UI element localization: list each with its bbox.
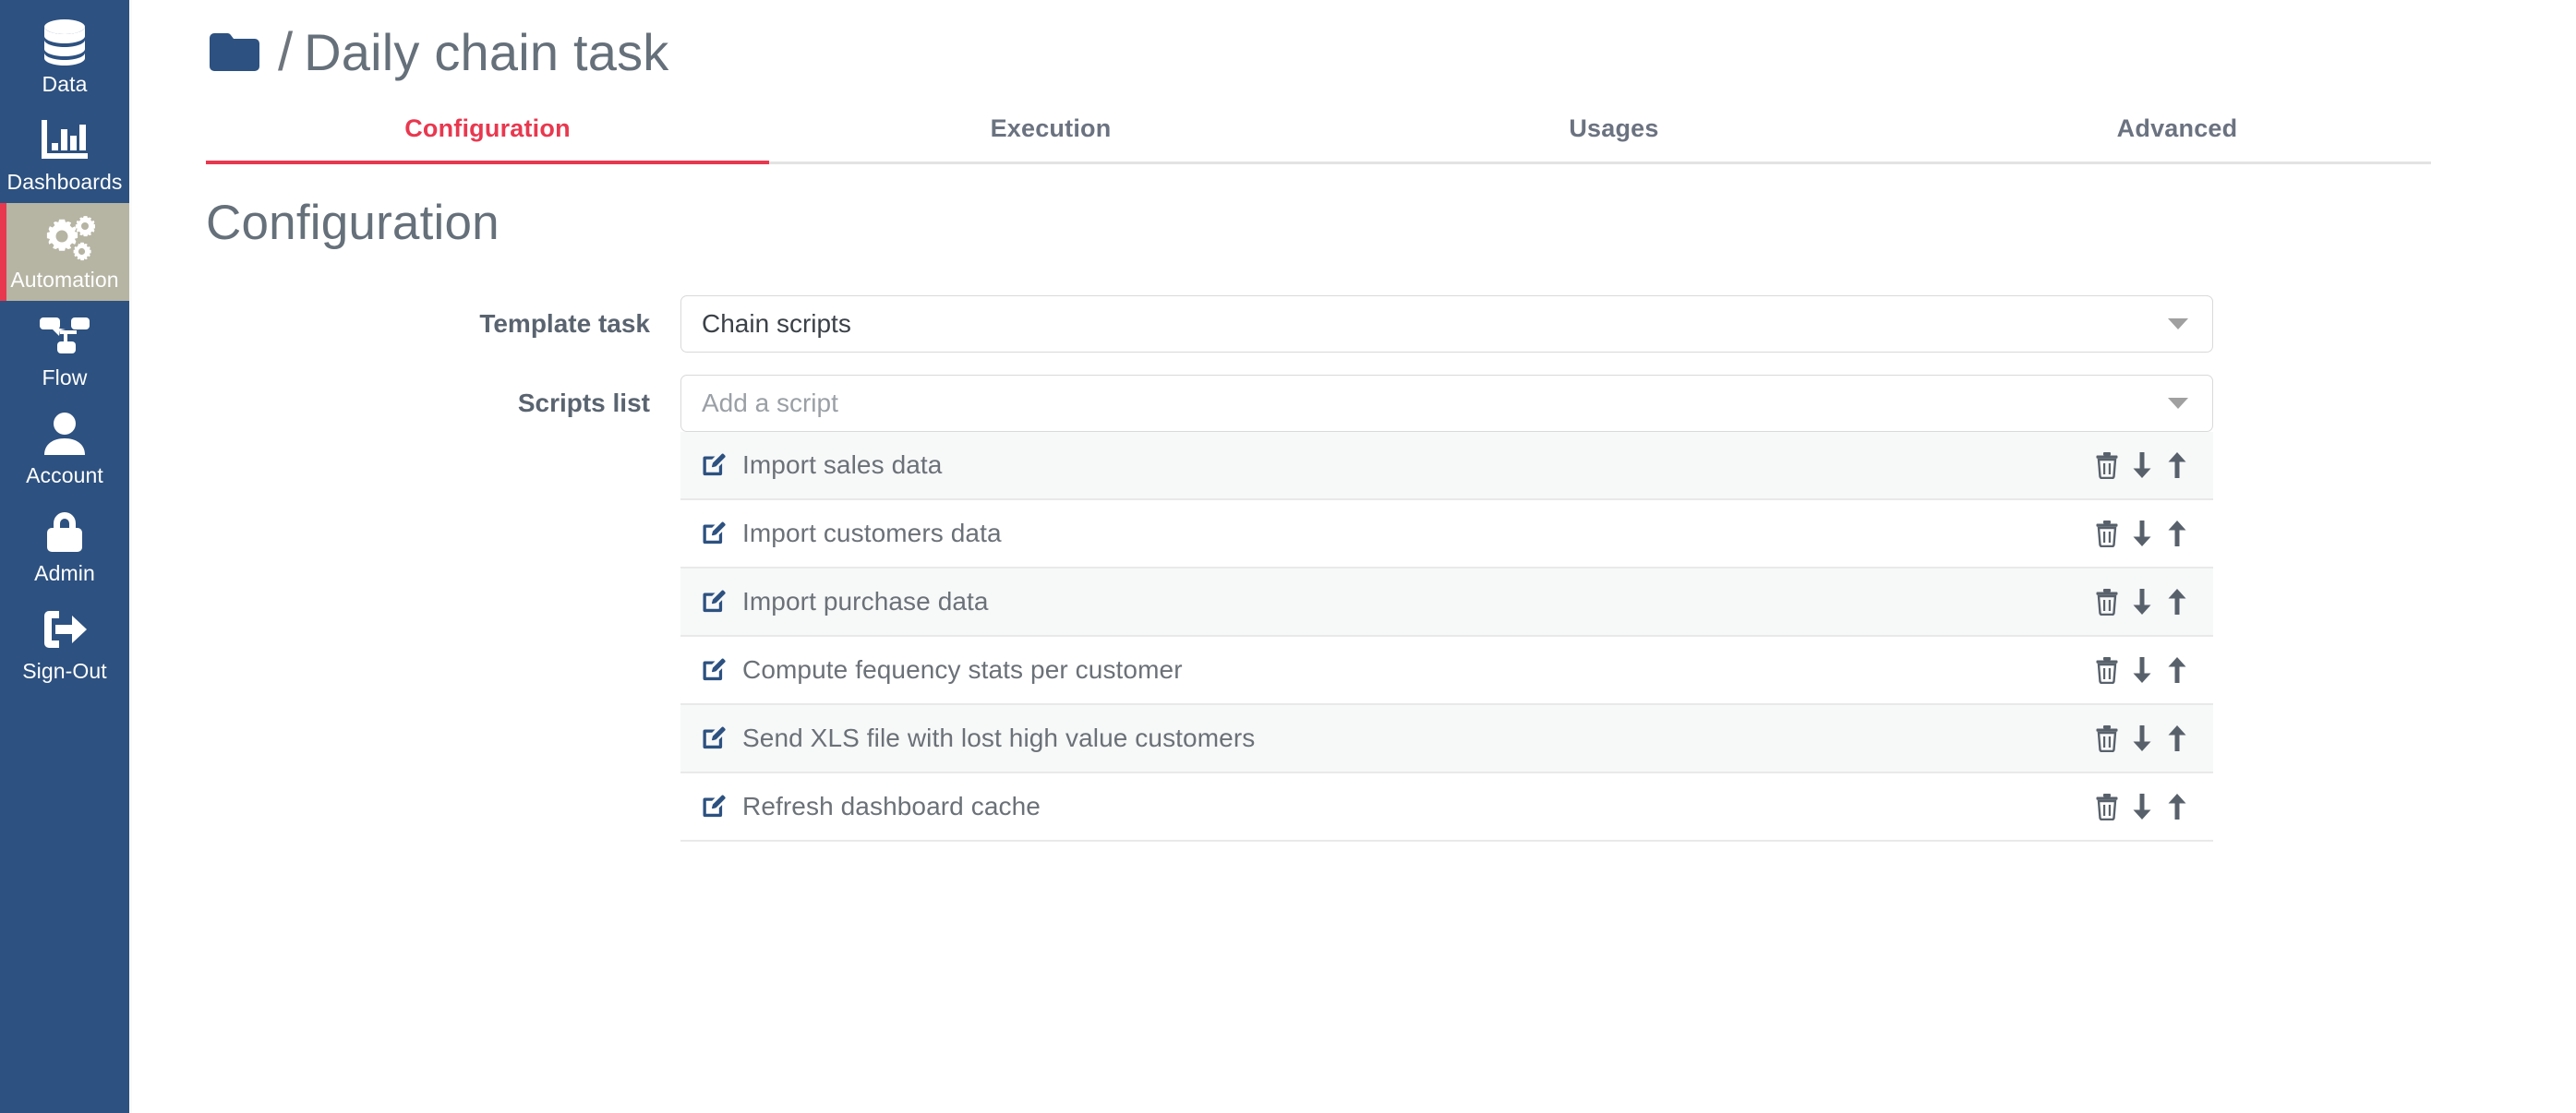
edit-pencil-icon[interactable]	[701, 793, 728, 820]
edit-pencil-icon[interactable]	[701, 451, 728, 479]
tab-bar: Configuration Execution Usages Advanced	[206, 114, 2431, 164]
row-actions	[2091, 583, 2193, 620]
arrow-up-icon[interactable]	[2161, 583, 2193, 620]
sidebar-item-flow[interactable]: Flow	[0, 301, 129, 399]
arrow-up-icon[interactable]	[2161, 788, 2193, 825]
arrow-down-icon[interactable]	[2126, 515, 2158, 552]
tab-execution[interactable]: Execution	[769, 114, 1332, 162]
app-root: Data Dashboards Automation Flow Account Admin…	[0, 0, 2576, 1113]
sidebar-item-label: Dashboards	[6, 170, 123, 194]
template-task-field: Chain scripts	[680, 294, 2213, 353]
script-name[interactable]: Import customers data	[742, 519, 2091, 548]
gears-icon	[34, 214, 95, 262]
tab-usages[interactable]: Usages	[1332, 114, 1896, 162]
arrow-up-icon[interactable]	[2161, 515, 2193, 552]
row-actions	[2091, 515, 2193, 552]
scripts-list-field: Add a script Import sales data Import cus…	[680, 374, 2213, 842]
script-row: Import customers data	[680, 499, 2213, 568]
script-row: Send XLS file with lost high value custo…	[680, 704, 2213, 773]
row-actions	[2091, 652, 2193, 688]
template-task-row: Template task Chain scripts	[132, 294, 2576, 353]
sign-out-icon	[39, 605, 90, 653]
row-actions	[2091, 720, 2193, 757]
tab-advanced[interactable]: Advanced	[1896, 114, 2459, 162]
scripts-list-label: Scripts list	[517, 388, 650, 417]
breadcrumb: / Daily chain task	[132, 0, 2576, 79]
sidebar-item-sign-out[interactable]: Sign-Out	[0, 594, 129, 692]
arrow-up-icon[interactable]	[2161, 652, 2193, 688]
user-icon	[41, 410, 89, 458]
configuration-form: Template task Chain scripts Scripts list…	[132, 294, 2576, 842]
sidebar-item-account[interactable]: Account	[0, 399, 129, 497]
add-script-placeholder: Add a script	[702, 388, 838, 417]
sidebar-item-dashboards[interactable]: Dashboards	[0, 105, 129, 203]
lock-icon	[42, 508, 88, 556]
script-name[interactable]: Import purchase data	[742, 587, 2091, 616]
add-script-select[interactable]: Add a script	[680, 374, 2213, 432]
trash-icon[interactable]	[2091, 515, 2123, 552]
sidebar-item-label: Admin	[34, 561, 95, 585]
arrow-up-icon[interactable]	[2161, 720, 2193, 757]
template-task-select[interactable]: Chain scripts	[680, 294, 2213, 353]
sidebar-item-data[interactable]: Data	[0, 7, 129, 105]
chevron-down-icon	[2168, 317, 2188, 329]
row-actions	[2091, 788, 2193, 825]
section-title: Configuration	[206, 196, 500, 250]
arrow-down-icon[interactable]	[2126, 447, 2158, 484]
script-row: Import purchase data	[680, 568, 2213, 637]
trash-icon[interactable]	[2091, 652, 2123, 688]
chevron-down-icon	[2168, 397, 2188, 409]
sidebar-item-label: Sign-Out	[22, 659, 107, 683]
main-content: / Daily chain task Configuration Executio…	[129, 0, 2576, 1113]
database-icon	[40, 18, 90, 66]
arrow-down-icon[interactable]	[2126, 720, 2158, 757]
edit-pencil-icon[interactable]	[701, 724, 728, 752]
template-task-value: Chain scripts	[702, 308, 851, 338]
scripts-list-row: Scripts list Add a script Import sales d…	[132, 374, 2576, 842]
sidebar-item-label: Automation	[10, 268, 119, 292]
arrow-down-icon[interactable]	[2126, 583, 2158, 620]
sidebar-item-automation[interactable]: Automation	[0, 203, 129, 301]
folder-icon[interactable]	[206, 30, 263, 75]
edit-pencil-icon[interactable]	[701, 520, 728, 547]
bar-chart-icon	[39, 116, 90, 164]
sidebar-item-label: Account	[26, 463, 103, 487]
template-task-label: Template task	[479, 308, 650, 338]
sidebar: Data Dashboards Automation Flow Account Admin…	[0, 0, 129, 1113]
script-name[interactable]: Compute fequency stats per customer	[742, 655, 2091, 685]
script-row: Compute fequency stats per customer	[680, 636, 2213, 705]
script-row: Refresh dashboard cache	[680, 772, 2213, 842]
arrow-down-icon[interactable]	[2126, 652, 2158, 688]
script-row: Import sales data	[680, 431, 2213, 500]
sidebar-item-admin[interactable]: Admin	[0, 497, 129, 594]
row-actions	[2091, 447, 2193, 484]
flow-icon	[38, 312, 91, 360]
script-name[interactable]: Import sales data	[742, 450, 2091, 480]
trash-icon[interactable]	[2091, 788, 2123, 825]
edit-pencil-icon[interactable]	[701, 588, 728, 616]
sidebar-item-label: Flow	[42, 365, 88, 389]
trash-icon[interactable]	[2091, 583, 2123, 620]
script-name[interactable]: Send XLS file with lost high value custo…	[742, 724, 2091, 753]
edit-pencil-icon[interactable]	[701, 656, 728, 684]
sidebar-item-label: Data	[42, 72, 88, 96]
arrow-down-icon[interactable]	[2126, 788, 2158, 825]
page-title: Daily chain task	[304, 23, 669, 81]
breadcrumb-separator: /	[278, 22, 294, 82]
trash-icon[interactable]	[2091, 720, 2123, 757]
script-list: Import sales data Import customers data Im…	[680, 431, 2213, 842]
trash-icon[interactable]	[2091, 447, 2123, 484]
script-name[interactable]: Refresh dashboard cache	[742, 792, 2091, 821]
tab-configuration[interactable]: Configuration	[206, 114, 769, 164]
arrow-up-icon[interactable]	[2161, 447, 2193, 484]
